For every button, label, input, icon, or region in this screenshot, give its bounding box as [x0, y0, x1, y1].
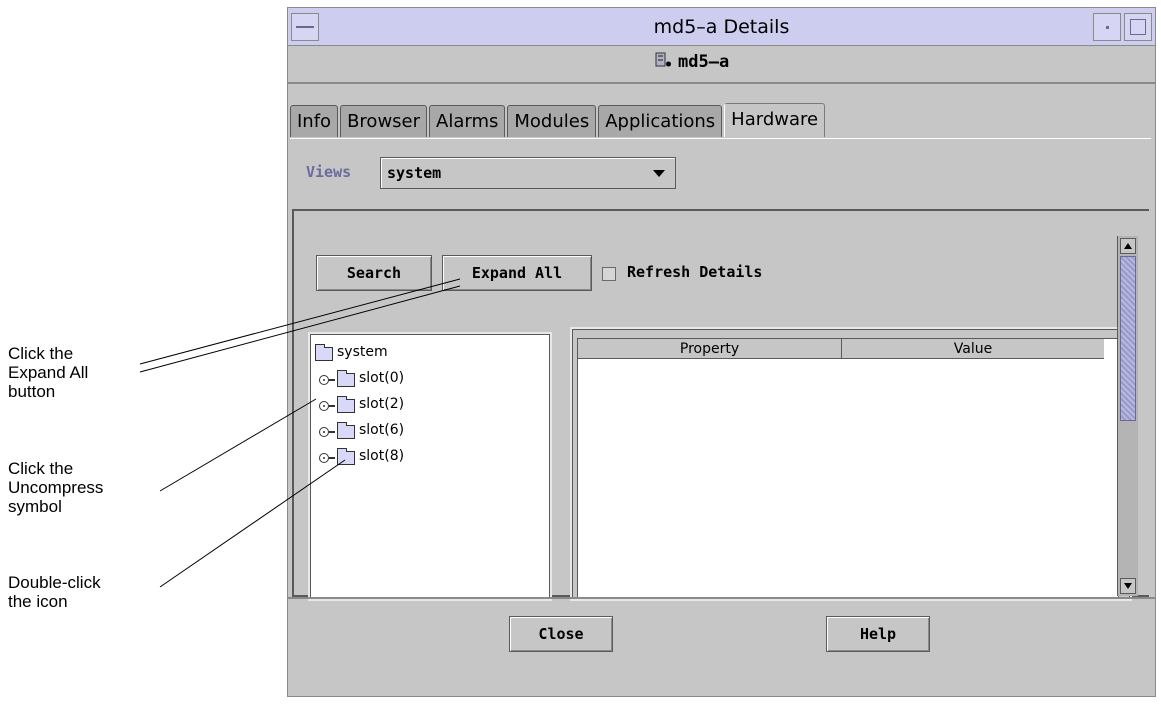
annotation-line: the icon [8, 592, 68, 611]
annotation-double-click: Double-click the icon [8, 573, 101, 611]
search-button[interactable]: Search [316, 255, 432, 291]
annotation-line: button [8, 382, 56, 401]
annotation-line: Double-click [8, 573, 101, 592]
annotation-line: Click the [8, 459, 74, 478]
scroll-down-icon[interactable] [1120, 578, 1136, 594]
views-dropdown[interactable]: system [380, 157, 676, 189]
tab-browser[interactable]: Browser [340, 105, 428, 137]
folder-icon[interactable] [337, 396, 355, 413]
folder-icon[interactable] [337, 448, 355, 465]
expand-toggle-icon[interactable] [319, 427, 329, 437]
folder-icon[interactable] [337, 422, 355, 439]
host-name: md5–a [678, 52, 730, 72]
column-header-value[interactable]: Value [842, 339, 1104, 359]
tab-divider [290, 138, 1151, 139]
tab-modules[interactable]: Modules [507, 105, 597, 137]
annotation-expand-all: Click the Expand All button [8, 344, 88, 401]
annotation-uncompress: Click the Uncompress symbol [8, 459, 103, 516]
hardware-tree: system slot(0) slot(2) slot(6) slot(8) [310, 334, 550, 599]
host-icon [655, 52, 671, 67]
refresh-details-checkbox[interactable] [602, 267, 616, 281]
expander-stem [329, 457, 335, 459]
expand-all-button[interactable]: Expand All [442, 255, 592, 291]
tree-node-label: system [337, 344, 388, 360]
expand-toggle-icon[interactable] [319, 453, 329, 463]
chevron-down-icon [653, 170, 665, 177]
details-window: md5–a Details md5–a Info Browser Alarms … [287, 7, 1156, 697]
tab-hardware[interactable]: Hardware [724, 103, 826, 137]
expander-stem [329, 405, 335, 407]
tab-bar: Info Browser Alarms Modules Applications… [290, 103, 827, 139]
property-table: Property Value [572, 329, 1130, 599]
window-title: md5–a Details [653, 16, 790, 38]
minimize-icon[interactable] [1093, 13, 1121, 41]
folder-icon[interactable] [315, 344, 333, 361]
host-header: md5–a [288, 46, 1155, 84]
folder-icon[interactable] [337, 370, 355, 387]
scroll-up-icon[interactable] [1120, 238, 1136, 254]
close-button[interactable]: Close [509, 616, 613, 652]
annotation-line: symbol [8, 497, 62, 516]
views-selected-value: system [387, 164, 442, 182]
expander-stem [329, 379, 335, 381]
tree-node-label: slot(8) [359, 448, 405, 464]
maximize-icon[interactable] [1124, 13, 1152, 41]
tree-node-label: slot(2) [359, 396, 405, 412]
annotation-line: Expand All [8, 363, 89, 382]
hardware-panel: Search Expand All Refresh Details system… [292, 209, 1149, 599]
tree-node-label: slot(6) [359, 422, 405, 438]
annotation-line: Click the [8, 344, 74, 363]
tab-alarms[interactable]: Alarms [429, 105, 506, 137]
help-button[interactable]: Help [826, 616, 930, 652]
title-bar[interactable]: md5–a Details [288, 8, 1155, 46]
tab-info[interactable]: Info [290, 105, 339, 137]
property-table-body: Property Value [577, 338, 1119, 599]
tab-applications[interactable]: Applications [598, 105, 723, 137]
expander-stem [329, 431, 335, 433]
refresh-details-label: Refresh Details [627, 263, 763, 281]
vertical-scrollbar[interactable] [1117, 236, 1138, 596]
column-header-property[interactable]: Property [578, 339, 842, 359]
tree-node-label: slot(0) [359, 370, 405, 386]
expand-toggle-icon[interactable] [319, 401, 329, 411]
views-label: Views [306, 163, 352, 181]
footer-divider [288, 597, 1155, 599]
annotation-line: Uncompress [8, 478, 104, 497]
expand-toggle-icon[interactable] [319, 375, 329, 385]
scroll-thumb[interactable] [1120, 256, 1136, 421]
